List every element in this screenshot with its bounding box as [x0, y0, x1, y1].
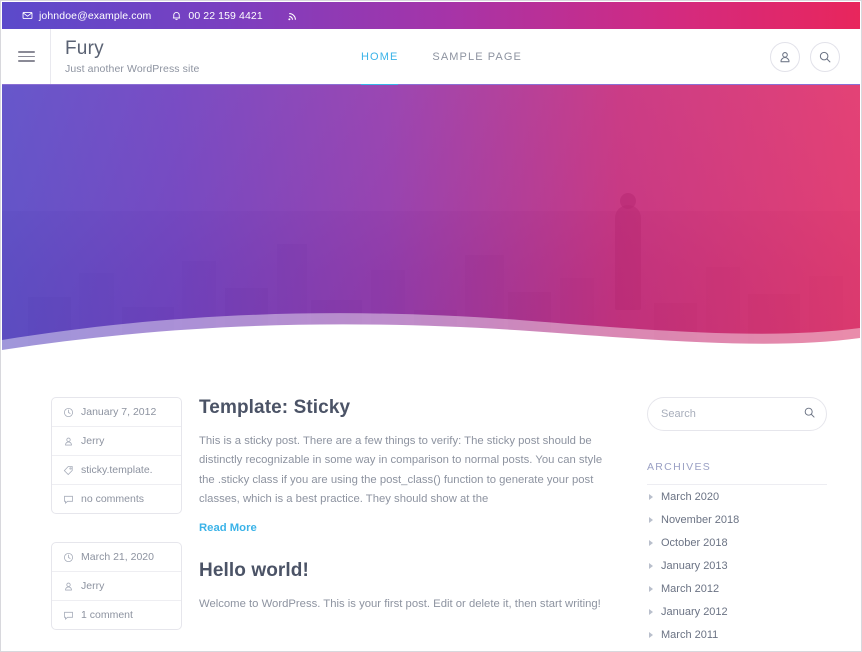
archive-label: January 2012	[661, 605, 728, 618]
triangle-bullet-icon	[649, 539, 653, 546]
posts-column: Template: Sticky This is a sticky post. …	[182, 397, 647, 650]
list-item[interactable]: October 2018	[647, 531, 827, 554]
post-excerpt: This is a sticky post. There are a few t…	[199, 435, 603, 506]
archives-widget-title: ARCHIVES	[647, 461, 827, 485]
primary-navigation: HOME SAMPLE PAGE	[351, 29, 770, 86]
meta-row-author[interactable]: Jerry	[52, 427, 181, 456]
menu-toggle-button[interactable]	[2, 29, 51, 84]
header-actions	[770, 29, 860, 84]
meta-text: no comments	[81, 493, 145, 505]
nav-item-home[interactable]: HOME	[361, 29, 399, 86]
nav-item-sample-page[interactable]: SAMPLE PAGE	[432, 29, 522, 85]
topbar-phone[interactable]: 00 22 159 4421	[171, 9, 263, 22]
list-item[interactable]: November 2018	[647, 508, 827, 531]
comment-icon	[63, 494, 74, 505]
sidebar: ARCHIVES March 2020 November 2018 Octobe…	[647, 397, 827, 650]
read-more-link[interactable]: Read More	[199, 522, 257, 534]
list-item[interactable]: October 2010	[647, 646, 827, 651]
topbar-email[interactable]: johndoe@example.com	[22, 10, 151, 22]
topbar-email-text: johndoe@example.com	[39, 9, 152, 22]
search-icon	[818, 50, 832, 64]
archives-list: March 2020 November 2018 October 2018 Ja…	[647, 485, 827, 651]
meta-row-comments[interactable]: 1 comment	[52, 601, 181, 629]
meta-text: Jerry	[81, 580, 105, 592]
search-input[interactable]	[661, 408, 803, 420]
site-tagline: Just another WordPress site	[65, 62, 200, 75]
post-entry: Hello world! Welcome to WordPress. This …	[199, 560, 615, 614]
meta-row-author[interactable]: Jerry	[52, 572, 181, 601]
post-entry: Template: Sticky This is a sticky post. …	[199, 397, 615, 536]
hero-banner	[2, 85, 860, 359]
rss-icon	[287, 10, 299, 22]
bell-icon	[171, 10, 182, 21]
page-root: johndoe@example.com 00 22 159 4421 Fury …	[0, 0, 862, 652]
list-item[interactable]: January 2013	[647, 554, 827, 577]
post-title[interactable]: Hello world!	[199, 560, 615, 582]
triangle-bullet-icon	[649, 585, 653, 592]
comment-icon	[63, 610, 74, 621]
meta-row-tags[interactable]: sticky.template.	[52, 456, 181, 485]
clock-icon	[63, 407, 74, 418]
meta-card: March 21, 2020 Jerry 1 comment	[51, 542, 182, 630]
header-search-button[interactable]	[810, 41, 840, 72]
list-item[interactable]: January 2012	[647, 600, 827, 623]
hero-wave-divider	[2, 313, 860, 359]
site-title: Fury	[65, 38, 104, 60]
meta-row-date[interactable]: January 7, 2012	[52, 398, 181, 427]
content-area: January 7, 2012 Jerry sticky.template. n…	[2, 359, 860, 650]
meta-text: January 7, 2012	[81, 406, 157, 418]
clock-icon	[63, 552, 74, 563]
user-icon	[63, 436, 74, 447]
archive-label: November 2018	[661, 513, 740, 526]
list-item[interactable]: March 2020	[647, 485, 827, 508]
archive-label: March 2012	[661, 582, 720, 595]
archive-label: March 2011	[661, 628, 719, 641]
top-bar: johndoe@example.com 00 22 159 4421	[2, 2, 860, 29]
user-icon	[63, 581, 74, 592]
post-title[interactable]: Template: Sticky	[199, 397, 615, 419]
triangle-bullet-icon	[649, 631, 653, 638]
meta-card: January 7, 2012 Jerry sticky.template. n…	[51, 397, 182, 514]
triangle-bullet-icon	[649, 562, 653, 569]
hamburger-icon	[17, 51, 35, 62]
tag-icon	[63, 465, 74, 476]
user-icon	[778, 50, 792, 64]
archive-label: March 2020	[661, 490, 720, 503]
triangle-bullet-icon	[649, 493, 653, 500]
topbar-phone-text: 00 22 159 4421	[188, 9, 263, 22]
account-button[interactable]	[770, 41, 800, 72]
post-excerpt: Welcome to WordPress. This is your first…	[199, 597, 601, 610]
search-submit-button[interactable]	[803, 406, 816, 422]
meta-text: March 21, 2020	[81, 551, 154, 563]
meta-row-comments[interactable]: no comments	[52, 485, 181, 513]
triangle-bullet-icon	[649, 608, 653, 615]
sidebar-search[interactable]	[647, 397, 827, 431]
search-icon	[803, 406, 816, 422]
post-meta-column: January 7, 2012 Jerry sticky.template. n…	[51, 397, 182, 650]
triangle-bullet-icon	[649, 516, 653, 523]
topbar-rss-link[interactable]	[287, 10, 299, 22]
envelope-icon	[22, 10, 33, 21]
list-item[interactable]: March 2011	[647, 623, 827, 646]
archive-label: October 2018	[661, 536, 728, 549]
site-branding[interactable]: Fury Just another WordPress site	[51, 29, 351, 84]
meta-text: sticky.template.	[81, 464, 153, 476]
archive-label: January 2013	[661, 559, 728, 572]
meta-text: 1 comment	[81, 609, 133, 621]
meta-row-date[interactable]: March 21, 2020	[52, 543, 181, 572]
list-item[interactable]: March 2012	[647, 577, 827, 600]
meta-text: Jerry	[81, 435, 105, 447]
site-header: Fury Just another WordPress site HOME SA…	[2, 29, 860, 86]
